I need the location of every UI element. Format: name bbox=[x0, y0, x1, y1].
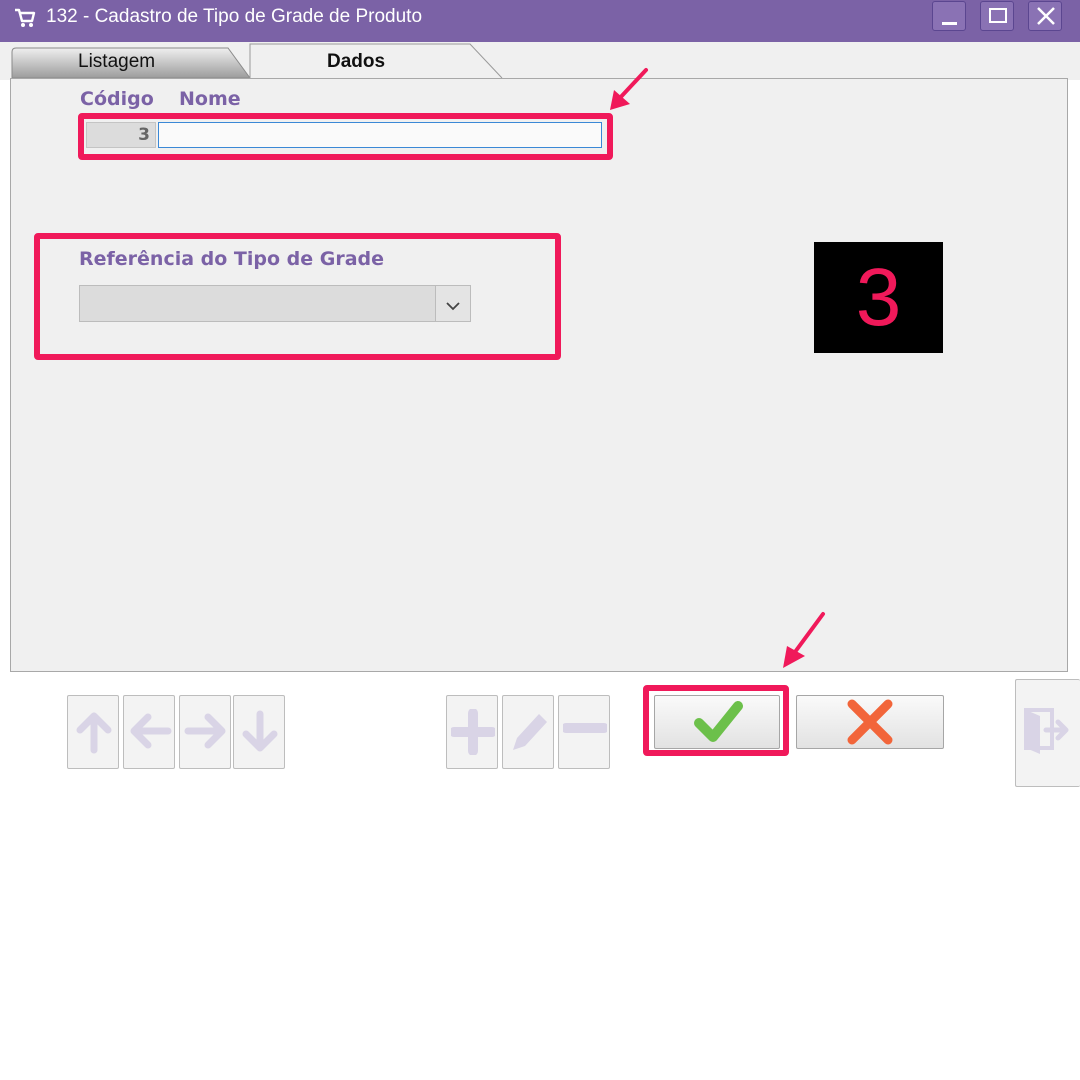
close-button[interactable] bbox=[1028, 1, 1062, 31]
minimize-icon bbox=[942, 22, 957, 25]
move-up-button[interactable] bbox=[67, 695, 119, 769]
step-number-badge: 3 bbox=[814, 242, 943, 353]
confirm-highlight-frame bbox=[643, 685, 789, 756]
maximize-icon bbox=[989, 8, 1007, 23]
title-bar: 132 - Cadastro de Tipo de Grade de Produ… bbox=[0, 0, 1080, 42]
arrow-up-icon bbox=[74, 710, 114, 758]
edit-button[interactable] bbox=[502, 695, 554, 769]
tab-strip: Listagem Dados bbox=[0, 42, 1080, 80]
x-icon bbox=[845, 699, 895, 749]
close-icon bbox=[1036, 6, 1056, 30]
minus-icon bbox=[561, 720, 609, 740]
referencia-select[interactable] bbox=[79, 285, 471, 322]
pencil-icon bbox=[507, 708, 551, 760]
tab-listagem-label: Listagem bbox=[78, 51, 156, 72]
move-previous-button[interactable] bbox=[123, 695, 175, 769]
arrow-right-icon bbox=[184, 711, 228, 755]
annotation-arrow-icon bbox=[604, 66, 654, 120]
move-down-button[interactable] bbox=[233, 695, 285, 769]
cancel-button[interactable] bbox=[796, 695, 944, 749]
move-next-button[interactable] bbox=[179, 695, 231, 769]
referencia-label: Referência do Tipo de Grade bbox=[79, 248, 385, 270]
chevron-down-icon bbox=[445, 297, 461, 316]
arrow-down-icon bbox=[240, 710, 280, 758]
annotation-arrow-icon bbox=[777, 610, 829, 676]
dropdown-button[interactable] bbox=[435, 286, 470, 321]
minimize-button[interactable] bbox=[932, 1, 966, 31]
arrow-left-icon bbox=[128, 711, 172, 755]
data-panel bbox=[10, 78, 1068, 672]
codigo-label: Código bbox=[80, 88, 154, 110]
add-button[interactable] bbox=[446, 695, 498, 769]
tab-listagem[interactable]: Listagem bbox=[12, 48, 250, 78]
remove-button[interactable] bbox=[558, 695, 610, 769]
exit-door-icon bbox=[1022, 704, 1072, 758]
maximize-button[interactable] bbox=[980, 1, 1014, 31]
window-title: 132 - Cadastro de Tipo de Grade de Produ… bbox=[46, 6, 423, 27]
nome-highlight-frame bbox=[78, 113, 613, 160]
tab-dados-label: Dados bbox=[327, 51, 386, 72]
tab-dados[interactable]: Dados bbox=[250, 44, 490, 78]
nome-label: Nome bbox=[179, 88, 241, 110]
exit-button[interactable] bbox=[1015, 679, 1080, 787]
cart-icon bbox=[14, 8, 36, 32]
plus-icon bbox=[449, 708, 497, 759]
